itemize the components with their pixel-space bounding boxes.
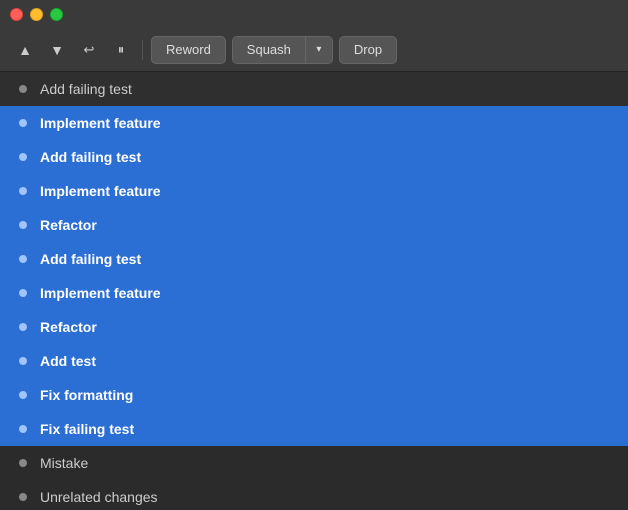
commit-dot: [19, 221, 27, 229]
commit-list: Add failing test Implement feature Add fai…: [0, 72, 628, 510]
squash-dropdown-button[interactable]: ▾: [306, 36, 332, 64]
commit-dot: [19, 153, 27, 161]
list-item[interactable]: Add test: [0, 344, 628, 378]
commit-label: Add failing test: [32, 81, 132, 97]
list-item[interactable]: Fix failing test: [0, 412, 628, 446]
commit-label: Implement feature: [32, 115, 161, 131]
list-item[interactable]: Implement feature: [0, 174, 628, 208]
list-item[interactable]: Implement feature: [0, 106, 628, 140]
commit-dot: [19, 187, 27, 195]
commit-dot: [19, 357, 27, 365]
arrow-down-button[interactable]: ▼: [44, 37, 70, 63]
commit-dot: [19, 289, 27, 297]
drop-button[interactable]: Drop: [339, 36, 397, 64]
commit-dot: [19, 119, 27, 127]
dot-col: [14, 357, 32, 365]
dot-col: [14, 119, 32, 127]
commit-label: Fix formatting: [32, 387, 133, 403]
commit-label: Refactor: [32, 217, 97, 233]
dot-col: [14, 221, 32, 229]
commit-dot: [19, 323, 27, 331]
dot-col: [14, 459, 32, 467]
commit-dot: [19, 425, 27, 433]
title-bar: [0, 0, 628, 28]
pause-button[interactable]: ⏸: [108, 37, 134, 63]
commit-dot: [19, 459, 27, 467]
undo-button[interactable]: ↩: [76, 37, 102, 63]
list-item[interactable]: Mistake: [0, 446, 628, 480]
list-item[interactable]: Refactor: [0, 310, 628, 344]
commit-dot: [19, 255, 27, 263]
commit-label: Refactor: [32, 319, 97, 335]
commit-dot: [19, 391, 27, 399]
list-item[interactable]: Implement feature: [0, 276, 628, 310]
dot-col: [14, 255, 32, 263]
dot-col: [14, 425, 32, 433]
dot-col: [14, 153, 32, 161]
squash-group: Squash ▾: [232, 36, 333, 64]
list-item[interactable]: Fix formatting: [0, 378, 628, 412]
dot-col: [14, 187, 32, 195]
commit-dot: [19, 493, 27, 501]
commit-label: Add failing test: [32, 251, 141, 267]
list-item[interactable]: Add failing test: [0, 242, 628, 276]
commit-dot: [19, 85, 27, 93]
commit-label: Add failing test: [32, 149, 141, 165]
dot-col: [14, 289, 32, 297]
dot-col: [14, 323, 32, 331]
dot-col: [14, 391, 32, 399]
list-item[interactable]: Unrelated changes: [0, 480, 628, 510]
commit-label: Add test: [32, 353, 96, 369]
maximize-button[interactable]: [50, 8, 63, 21]
minimize-button[interactable]: [30, 8, 43, 21]
squash-button[interactable]: Squash: [233, 36, 306, 64]
close-button[interactable]: [10, 8, 23, 21]
list-item[interactable]: Refactor: [0, 208, 628, 242]
dot-col: [14, 493, 32, 501]
toolbar: ▲ ▼ ↩ ⏸ Reword Squash ▾ Drop: [0, 28, 628, 72]
commit-label: Unrelated changes: [32, 489, 158, 505]
list-item[interactable]: Add failing test: [0, 140, 628, 174]
toolbar-separator: [142, 40, 143, 60]
list-item[interactable]: Add failing test: [0, 72, 628, 106]
commit-label: Mistake: [32, 455, 88, 471]
dot-col: [14, 85, 32, 93]
commit-label: Implement feature: [32, 183, 161, 199]
commit-label: Fix failing test: [32, 421, 134, 437]
arrow-up-button[interactable]: ▲: [12, 37, 38, 63]
commit-label: Implement feature: [32, 285, 161, 301]
reword-button[interactable]: Reword: [151, 36, 226, 64]
